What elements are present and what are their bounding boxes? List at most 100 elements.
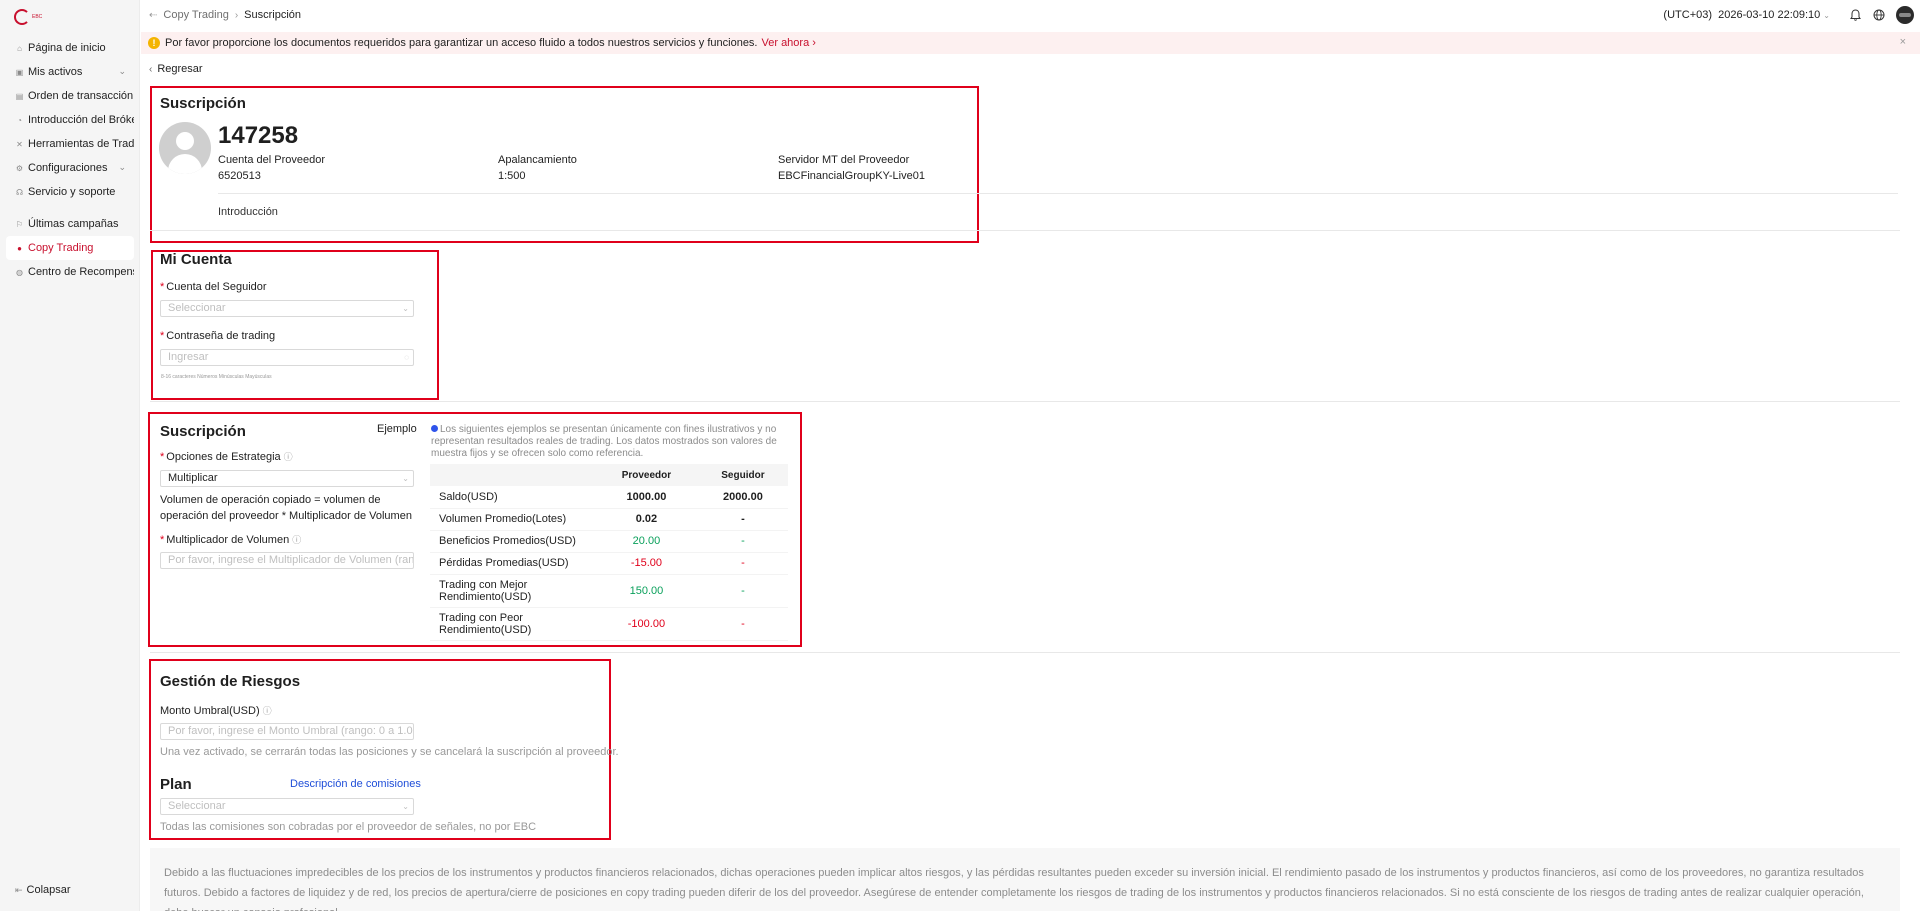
sidebar-item-rewards[interactable]: ◍ Centro de Recompensas [6,260,134,284]
sidebar-item-tools[interactable]: ✕ Herramientas de Trading [6,132,134,156]
provider-value: 20.00 [595,530,698,553]
info-icon[interactable]: ⓘ [284,452,293,462]
sidebar-item-label: Orden de transacción [28,90,134,102]
chevron-down-icon: ⌄ [402,304,409,313]
campaign-icon: ⚐ [15,219,24,229]
sidebar-item-label: Mis activos [28,66,83,78]
breadcrumb-current: Suscripción [244,9,302,21]
back-label: Regresar [157,63,203,75]
sidebar-item-assets[interactable]: ▣ Mis activos ⌄ [6,60,134,84]
provider-account-value: 6520513 [218,170,261,182]
divider [150,230,1900,231]
row-label: Saldo(USD) [430,486,595,509]
leverage-value: 1:500 [498,170,526,182]
notice-link[interactable]: Ver ahora › [762,37,816,49]
threshold-help: Una vez activado, se cerrarán todas las … [160,746,619,758]
table-header: Seguidor [697,464,788,486]
globe-icon[interactable] [1872,8,1886,22]
threshold-label-text: Monto Umbral(USD) [160,705,260,717]
divider [150,652,1900,653]
threshold-label: Monto Umbral(USD) ⓘ [160,704,272,717]
chevron-down-icon: ⌄ [118,162,126,172]
collapse-button[interactable]: ⇤ Colapsar [15,884,71,896]
chevron-down-icon: ⌄ [402,474,409,483]
table-row: Trading con Peor Rendimiento(USD) -100.0… [430,607,788,641]
row-label: Beneficios Promedios(USD) [430,530,595,553]
divider [218,193,1898,194]
order-icon: ▤ [15,91,24,101]
timezone-selector[interactable]: (UTC+03) 2026-03-10 22:09:10 ⌄ [1663,9,1830,21]
multiplier-label-text: Multiplicador de Volumen [166,534,290,546]
notice-banner: ! Por favor proporcione los documentos r… [141,32,1920,54]
datetime-label: 2026-03-10 22:09:10 [1718,9,1821,21]
risk-title: Gestión de Riesgos [160,673,301,690]
provider-name: 147258 [218,122,299,149]
strategy-label: * Opciones de Estrategia ⓘ [160,451,293,463]
sidebar-item-settings[interactable]: ⚙ Configuraciones ⌄ [6,156,134,180]
back-button[interactable]: ‹ Regresar [149,63,203,75]
threshold-input[interactable]: Por favor, ingrese el Monto Umbral (rang… [160,723,414,740]
table-header: Proveedor [595,464,698,486]
reward-icon: ◍ [16,267,23,277]
collapse-label: Colapsar [26,884,71,896]
follower-account-select[interactable]: Seleccionar ⌄ [160,300,414,317]
sidebar-item-label: Herramientas de Trading [28,138,134,150]
bell-icon[interactable] [1848,8,1862,22]
top-right-controls: (UTC+03) 2026-03-10 22:09:10 ⌄ [1663,0,1920,30]
sidebar-item-label: Centro de Recompensas [28,266,134,278]
breadcrumb-parent[interactable]: Copy Trading [163,9,228,21]
row-label: Volumen Promedio(Lotes) [430,508,595,531]
trading-password-input[interactable]: Ingresar ◌ [160,349,414,366]
introduction-label: Introducción [218,206,278,218]
multiplier-input[interactable]: Por favor, ingrese el Multiplicador de V… [160,552,414,569]
eye-off-icon[interactable]: ◌ [404,350,409,365]
provider-value: 150.00 [595,574,698,608]
formula-text: Volumen de operación copiado = volumen d… [160,494,412,522]
sidebar-item-orders[interactable]: ▤ Orden de transacción [6,84,134,108]
table-row: Pérdidas Promedias(USD) -15.00 - [430,552,788,575]
follower-account-placeholder: Seleccionar [168,302,226,314]
follower-account-label-text: Cuenta del Seguidor [166,281,267,293]
my-account-title: Mi Cuenta [160,251,232,268]
support-icon: ☊ [15,187,24,197]
info-icon[interactable]: ⓘ [263,706,272,716]
provider-value: -15.00 [595,552,698,575]
plan-select[interactable]: Seleccionar ⌄ [160,798,414,815]
leverage-label: Apalancamiento [498,154,577,166]
sidebar-item-label: Página de inicio [28,42,106,54]
multiplier-label: * Multiplicador de Volumen ⓘ [160,534,302,546]
table-row: Beneficios Promedios(USD) 20.00 - [430,530,788,553]
sidebar-item-support[interactable]: ☊ Servicio y soporte [6,180,134,204]
broker-icon: ◔ [17,115,22,125]
sidebar-item-campaigns[interactable]: ⚐ Últimas campañas [6,212,134,236]
timezone-label: (UTC+03) [1663,9,1713,21]
server-value: EBCFinancialGroupKY-Live01 [778,170,925,182]
close-icon[interactable]: × [1900,36,1906,48]
logo[interactable]: EBC [14,8,54,26]
trading-password-placeholder: Ingresar [168,351,209,363]
row-label: Pérdidas Promedias(USD) [430,552,595,575]
table-row: Trading con Mejor Rendimiento(USD) 150.0… [430,574,788,608]
follower-value: 2000.00 [697,486,788,509]
provider-account-label: Cuenta del Proveedor [218,154,326,166]
sidebar-item-label: Copy Trading [28,242,94,254]
chevron-down-icon: ⌄ [402,802,409,811]
fee-description-link[interactable]: Descripción de comisiones [290,778,421,790]
sidebar-item-copy-trading[interactable]: ● Copy Trading [6,236,134,260]
server-label: Servidor MT del Proveedor [778,154,910,166]
gear-icon: ⚙ [15,163,24,173]
provider-value: 0.02 [595,508,698,531]
notice-text: Por favor proporcione los documentos req… [165,37,758,49]
table-row: Volumen Promedio(Lotes) 0.02 - [430,508,788,531]
copy-trading-icon: ● [17,243,22,253]
strategy-select[interactable]: Multiplicar ⌄ [160,470,414,487]
info-icon[interactable]: ⓘ [292,535,301,545]
sidebar-item-home[interactable]: ⌂ Página de inicio [6,36,134,60]
sidebar-item-broker[interactable]: ◔ Introducción del Bróker [6,108,134,132]
user-avatar[interactable] [1896,6,1914,24]
back-arrow-icon[interactable]: ⇠ [149,10,157,21]
table-header [430,464,595,486]
provider-value: -100.00 [595,607,698,641]
chevron-down-icon: ⌄ [118,66,126,76]
follower-value: - [697,574,788,608]
